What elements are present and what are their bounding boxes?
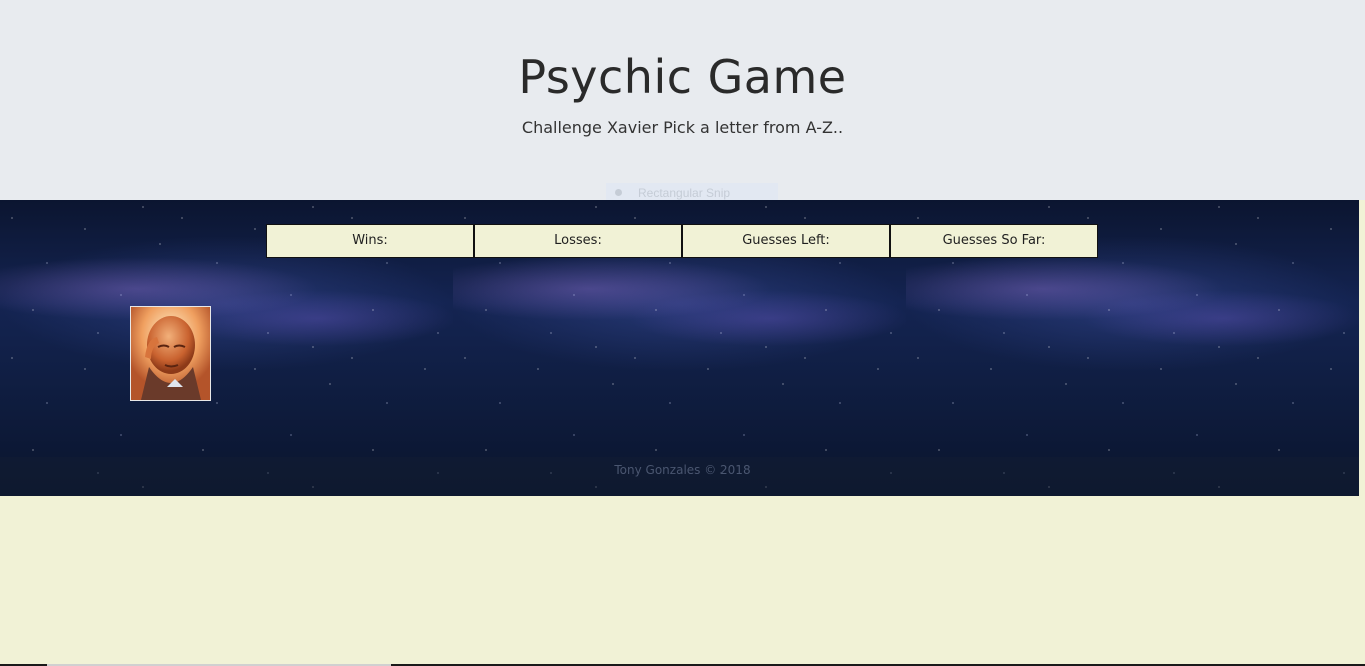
wins-cell: Wins: [266,224,474,258]
guesses-left-cell: Guesses Left: [682,224,890,258]
page-subtitle: Challenge Xavier Pick a letter from A-Z.… [521,118,844,137]
losses-cell: Losses: [474,224,682,258]
copyright-footer: Tony Gonzales © 2018 [614,463,751,477]
professor-x-portrait [131,307,210,400]
guesses-so-far-cell: Guesses So Far: [890,224,1098,258]
snip-dot-icon [615,189,622,196]
xavier-portrait-image [130,306,211,401]
page-title: Psychic Game [518,50,847,104]
page-header: Psychic Game Challenge Xavier Pick a let… [0,0,1365,200]
scoreboard: Wins: Losses: Guesses Left: Guesses So F… [266,224,1098,258]
